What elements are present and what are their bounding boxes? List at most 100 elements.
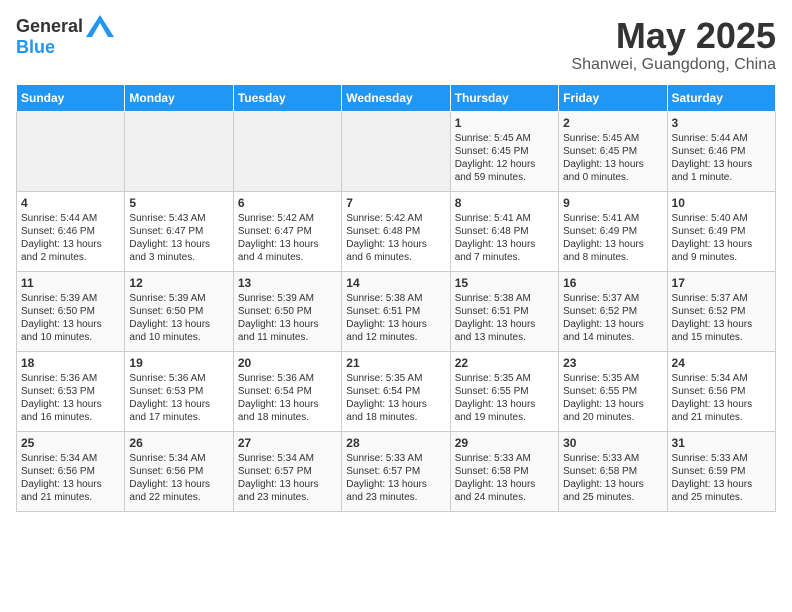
calendar-cell: 4 Sunrise: 5:44 AM Sunset: 6:46 PM Daylig… — [17, 191, 125, 271]
calendar-cell: 15 Sunrise: 5:38 AM Sunset: 6:51 PM Dayli… — [450, 271, 558, 351]
calendar-cell: 28Sunrise: 5:33 AM Sunset: 6:57 PM Dayli… — [342, 431, 450, 511]
day-number: 12 — [129, 276, 228, 290]
day-info: Sunrise: 5:36 AM Sunset: 6:53 PM Dayligh… — [129, 372, 228, 424]
day-info: Sunrise: 5:38 AM Sunset: 6:51 PM Dayligh… — [346, 292, 445, 344]
day-number: 8 — [455, 196, 554, 210]
calendar-cell: 12Sunrise: 5:39 AM Sunset: 6:50 PM Dayli… — [125, 271, 233, 351]
day-number: 18 — [21, 356, 120, 370]
calendar-cell: 30 Sunrise: 5:33 AM Sunset: 6:58 PM Dayli… — [559, 431, 667, 511]
day-number: 30 — [563, 436, 662, 450]
day-number: 16 — [563, 276, 662, 290]
weekday-header-thursday: Thursday — [450, 84, 558, 111]
calendar-cell — [342, 111, 450, 191]
day-number: 29 — [455, 436, 554, 450]
calendar-cell: 7Sunrise: 5:42 AM Sunset: 6:48 PM Daylig… — [342, 191, 450, 271]
day-number: 25 — [21, 436, 120, 450]
calendar-cell: 24Sunrise: 5:34 AM Sunset: 6:56 PM Dayli… — [667, 351, 775, 431]
calendar-cell: 8 Sunrise: 5:41 AM Sunset: 6:48 PM Daylig… — [450, 191, 558, 271]
calendar-cell: 14 Sunrise: 5:38 AM Sunset: 6:51 PM Dayli… — [342, 271, 450, 351]
calendar-cell: 21 Sunrise: 5:35 AM Sunset: 6:54 PM Dayli… — [342, 351, 450, 431]
day-info: Sunrise: 5:37 AM Sunset: 6:52 PM Dayligh… — [563, 292, 662, 344]
day-number: 23 — [563, 356, 662, 370]
logo-text: General Blue — [16, 16, 114, 58]
day-number: 26 — [129, 436, 228, 450]
calendar-cell: 20 Sunrise: 5:36 AM Sunset: 6:54 PM Dayli… — [233, 351, 341, 431]
weekday-header-friday: Friday — [559, 84, 667, 111]
calendar-cell: 29Sunrise: 5:33 AM Sunset: 6:58 PM Dayli… — [450, 431, 558, 511]
day-number: 5 — [129, 196, 228, 210]
title-section: May 2025 Shanwei, Guangdong, China — [571, 16, 776, 74]
day-info: Sunrise: 5:44 AM Sunset: 6:46 PM Dayligh… — [21, 212, 120, 264]
calendar-cell: 13Sunrise: 5:39 AM Sunset: 6:50 PM Dayli… — [233, 271, 341, 351]
subtitle: Shanwei, Guangdong, China — [571, 56, 776, 74]
day-info: Sunrise: 5:40 AM Sunset: 6:49 PM Dayligh… — [672, 212, 771, 264]
day-info: Sunrise: 5:33 AM Sunset: 6:58 PM Dayligh… — [563, 452, 662, 504]
day-info: Sunrise: 5:34 AM Sunset: 6:56 PM Dayligh… — [21, 452, 120, 504]
logo: General Blue — [16, 16, 114, 58]
calendar-cell: 1 Sunrise: 5:45 AM Sunset: 6:45 PM Daylig… — [450, 111, 558, 191]
day-info: Sunrise: 5:34 AM Sunset: 6:57 PM Dayligh… — [238, 452, 337, 504]
calendar-week-row: 11 Sunrise: 5:39 AM Sunset: 6:50 PM Dayli… — [17, 271, 776, 351]
calendar-week-row: 1 Sunrise: 5:45 AM Sunset: 6:45 PM Daylig… — [17, 111, 776, 191]
header: General Blue May 2025 Shanwei, Guangdong… — [16, 16, 776, 74]
day-number: 2 — [563, 116, 662, 130]
day-number: 9 — [563, 196, 662, 210]
logo-general-text: General — [16, 16, 83, 37]
day-info: Sunrise: 5:35 AM Sunset: 6:54 PM Dayligh… — [346, 372, 445, 424]
day-info: Sunrise: 5:35 AM Sunset: 6:55 PM Dayligh… — [563, 372, 662, 424]
logo-blue-text: Blue — [16, 37, 55, 57]
day-number: 20 — [238, 356, 337, 370]
day-info: Sunrise: 5:45 AM Sunset: 6:45 PM Dayligh… — [455, 132, 554, 184]
main-title: May 2025 — [571, 16, 776, 56]
calendar-cell: 19 Sunrise: 5:36 AM Sunset: 6:53 PM Dayli… — [125, 351, 233, 431]
day-info: Sunrise: 5:41 AM Sunset: 6:49 PM Dayligh… — [563, 212, 662, 264]
calendar-cell: 22Sunrise: 5:35 AM Sunset: 6:55 PM Dayli… — [450, 351, 558, 431]
day-info: Sunrise: 5:36 AM Sunset: 6:53 PM Dayligh… — [21, 372, 120, 424]
calendar-cell: 10 Sunrise: 5:40 AM Sunset: 6:49 PM Dayli… — [667, 191, 775, 271]
day-info: Sunrise: 5:42 AM Sunset: 6:48 PM Dayligh… — [346, 212, 445, 264]
day-number: 24 — [672, 356, 771, 370]
day-number: 21 — [346, 356, 445, 370]
day-number: 31 — [672, 436, 771, 450]
day-info: Sunrise: 5:42 AM Sunset: 6:47 PM Dayligh… — [238, 212, 337, 264]
day-info: Sunrise: 5:41 AM Sunset: 6:48 PM Dayligh… — [455, 212, 554, 264]
day-info: Sunrise: 5:34 AM Sunset: 6:56 PM Dayligh… — [129, 452, 228, 504]
day-info: Sunrise: 5:37 AM Sunset: 6:52 PM Dayligh… — [672, 292, 771, 344]
day-number: 14 — [346, 276, 445, 290]
weekday-header-wednesday: Wednesday — [342, 84, 450, 111]
day-number: 1 — [455, 116, 554, 130]
day-info: Sunrise: 5:39 AM Sunset: 6:50 PM Dayligh… — [238, 292, 337, 344]
calendar-cell — [17, 111, 125, 191]
weekday-header-saturday: Saturday — [667, 84, 775, 111]
weekday-header-monday: Monday — [125, 84, 233, 111]
day-number: 3 — [672, 116, 771, 130]
day-number: 28 — [346, 436, 445, 450]
calendar-cell: 3Sunrise: 5:44 AM Sunset: 6:46 PM Daylig… — [667, 111, 775, 191]
day-info: Sunrise: 5:43 AM Sunset: 6:47 PM Dayligh… — [129, 212, 228, 264]
day-info: Sunrise: 5:33 AM Sunset: 6:59 PM Dayligh… — [672, 452, 771, 504]
weekday-header-sunday: Sunday — [17, 84, 125, 111]
calendar-cell: 11Sunrise: 5:39 AM Sunset: 6:50 PM Dayli… — [17, 271, 125, 351]
day-info: Sunrise: 5:38 AM Sunset: 6:51 PM Dayligh… — [455, 292, 554, 344]
day-number: 15 — [455, 276, 554, 290]
day-number: 27 — [238, 436, 337, 450]
calendar-table: SundayMondayTuesdayWednesdayThursdayFrid… — [16, 84, 776, 512]
day-number: 4 — [21, 196, 120, 210]
calendar-cell: 17Sunrise: 5:37 AM Sunset: 6:52 PM Dayli… — [667, 271, 775, 351]
day-number: 11 — [21, 276, 120, 290]
calendar-cell: 23 Sunrise: 5:35 AM Sunset: 6:55 PM Dayli… — [559, 351, 667, 431]
day-number: 10 — [672, 196, 771, 210]
calendar-cell: 9 Sunrise: 5:41 AM Sunset: 6:49 PM Daylig… — [559, 191, 667, 271]
calendar-cell: 6 Sunrise: 5:42 AM Sunset: 6:47 PM Daylig… — [233, 191, 341, 271]
calendar-cell: 26 Sunrise: 5:34 AM Sunset: 6:56 PM Dayli… — [125, 431, 233, 511]
logo-icon — [86, 15, 114, 37]
day-number: 19 — [129, 356, 228, 370]
calendar-cell — [125, 111, 233, 191]
weekday-header-row: SundayMondayTuesdayWednesdayThursdayFrid… — [17, 84, 776, 111]
day-number: 6 — [238, 196, 337, 210]
calendar-cell: 2 Sunrise: 5:45 AM Sunset: 6:45 PM Daylig… — [559, 111, 667, 191]
calendar-week-row: 4 Sunrise: 5:44 AM Sunset: 6:46 PM Daylig… — [17, 191, 776, 271]
day-info: Sunrise: 5:45 AM Sunset: 6:45 PM Dayligh… — [563, 132, 662, 184]
day-number: 22 — [455, 356, 554, 370]
day-info: Sunrise: 5:36 AM Sunset: 6:54 PM Dayligh… — [238, 372, 337, 424]
